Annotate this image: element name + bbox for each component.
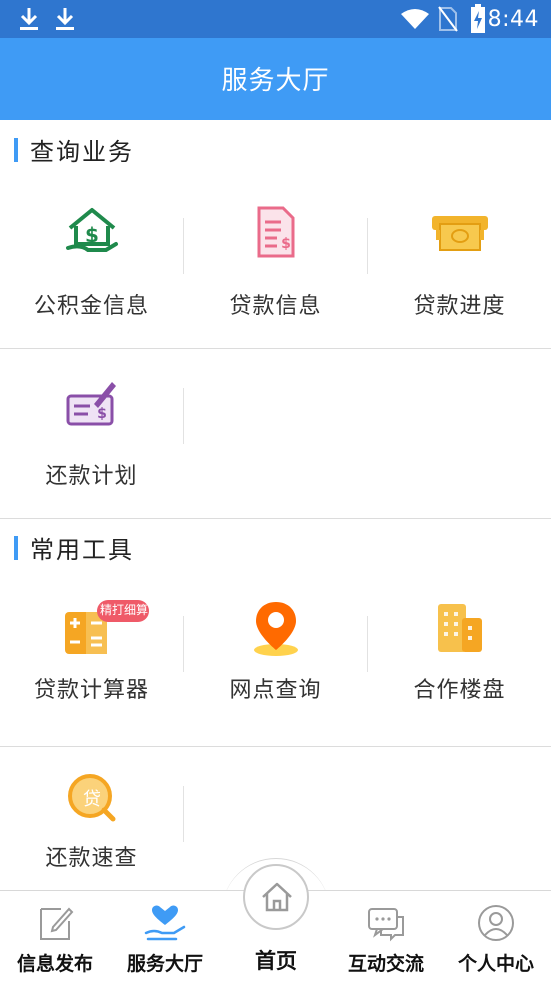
loan-document-icon: $ — [257, 206, 294, 258]
grid-item-repayment-plan[interactable]: $ 还款计划 — [0, 366, 183, 516]
tab-personal-center[interactable]: 个人中心 — [441, 891, 551, 981]
grid-item-loan-progress[interactable]: 贷款进度 — [368, 196, 551, 346]
grid-item-fund-info[interactable]: $ 公积金信息 — [0, 196, 183, 346]
loan-glyph: 贷 — [83, 789, 101, 810]
grid-row: $ 公积金信息 $ 贷款信息 贷款进度 — [0, 196, 551, 346]
section-accent-bar — [14, 138, 18, 162]
grid-item-partner-buildings[interactable]: 合作楼盘 — [368, 594, 551, 744]
chat-icon — [368, 908, 404, 942]
row-divider — [0, 746, 551, 747]
tab-service-hall[interactable]: 服务大厅 — [110, 891, 220, 981]
grid-row: $ 还款计划 — [0, 366, 551, 516]
section-header-query: 查询业务 — [0, 128, 551, 168]
home-button[interactable] — [243, 864, 309, 930]
status-bar: 8:44 — [0, 0, 551, 38]
tab-label: 互动交流 — [347, 953, 424, 975]
tab-label: 服务大厅 — [126, 953, 203, 975]
clock: 8:44 — [487, 7, 539, 32]
grid-item-label: 合作楼盘 — [413, 678, 506, 703]
grid-item-label: 还款速查 — [45, 846, 138, 871]
building-icon — [437, 604, 482, 652]
tab-label: 信息发布 — [16, 953, 93, 975]
grid-item-repayment-lookup[interactable]: 贷 还款速查 — [0, 764, 183, 884]
grid-item-label: 网点查询 — [229, 678, 322, 703]
svg-text:$: $ — [281, 236, 291, 252]
row-divider — [0, 518, 551, 519]
check-sign-icon: $ — [66, 382, 116, 426]
house-money-icon: $ — [65, 208, 118, 252]
grid-row: 精打细算 贷款计算器 网点查询 合作楼盘 — [0, 594, 551, 744]
grid-item-label: 还款计划 — [45, 464, 138, 489]
grid-item-loan-info[interactable]: $ 贷款信息 — [184, 196, 367, 346]
download-icon — [56, 8, 74, 30]
section-title: 常用工具 — [30, 536, 134, 564]
grid-item-branch-search[interactable]: 网点查询 — [184, 594, 367, 744]
download-icon — [20, 8, 38, 30]
grid-item-label: 公积金信息 — [33, 294, 149, 319]
tab-info-publish[interactable]: 信息发布 — [0, 891, 110, 981]
home-icon — [262, 882, 292, 912]
tab-label: 首页 — [255, 949, 297, 973]
divider — [183, 388, 184, 444]
grid-item-loan-calculator[interactable]: 精打细算 贷款计算器 — [0, 594, 183, 744]
row-divider — [0, 348, 551, 349]
grid-item-label: 贷款计算器 — [33, 678, 149, 703]
svg-text:$: $ — [97, 406, 107, 422]
svg-text:$: $ — [85, 223, 99, 247]
wifi-icon — [401, 9, 429, 29]
user-icon — [478, 905, 514, 941]
divider — [183, 786, 184, 842]
location-pin-icon — [253, 602, 298, 656]
tab-label: 个人中心 — [457, 953, 534, 975]
grid-item-label: 贷款信息 — [229, 294, 322, 319]
section-accent-bar — [14, 536, 18, 560]
no-sim-icon — [438, 6, 458, 32]
section-header-tools: 常用工具 — [0, 526, 551, 566]
grid-item-label: 贷款进度 — [413, 294, 506, 319]
battery-charging-icon — [471, 4, 485, 33]
edit-note-icon — [40, 907, 74, 940]
page-title: 服务大厅 — [221, 66, 330, 96]
tab-interaction[interactable]: 互动交流 — [331, 891, 441, 981]
app-header: 服务大厅 — [0, 38, 551, 120]
heart-hand-icon — [144, 905, 186, 941]
section-title: 查询业务 — [30, 138, 134, 166]
promo-badge: 精打细算 — [99, 603, 148, 617]
cash-machine-icon — [431, 216, 488, 251]
